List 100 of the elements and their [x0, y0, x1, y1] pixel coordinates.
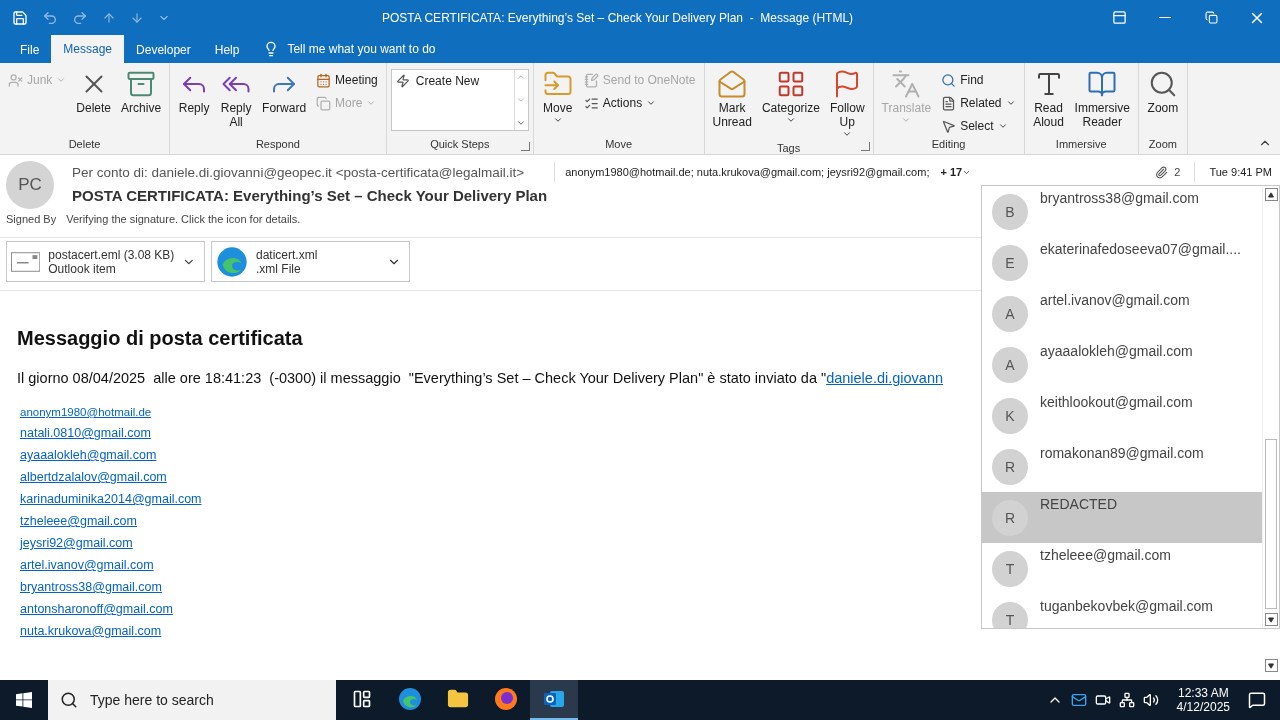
ribbon-button[interactable]: Forward	[258, 67, 311, 117]
ribbon-button[interactable]: Zoom	[1142, 67, 1183, 117]
document-icon	[941, 95, 957, 111]
recipient-item[interactable]: R REDACTED	[982, 492, 1262, 543]
recipient-email: keithlookout@gmail.com	[1040, 394, 1193, 410]
windows-logo-icon	[16, 692, 32, 708]
group-label: Move	[605, 137, 633, 152]
recipient-email: tzheleee@gmail.com	[1040, 547, 1171, 563]
email-link[interactable]: albertdzalalov@gmail.com	[20, 470, 167, 484]
email-link[interactable]: antonsharonoff@gmail.com	[20, 602, 173, 616]
email-link[interactable]: artel.ivanov@gmail.com	[20, 558, 154, 572]
window-title: POSTA CERTIFICATA: Everything’s Set – Check Your Delivery Plan - Message (HTML)	[382, 10, 855, 25]
email-link[interactable]: tzheleee@gmail.com	[20, 514, 137, 528]
recipient-email: REDACTED	[1040, 496, 1117, 512]
up-triangle-icon	[1268, 191, 1274, 198]
recipient-email: tuganbekovbek@gmail.com	[1040, 598, 1213, 614]
search-input[interactable]: Type here to search	[88, 691, 328, 709]
network-icon[interactable]	[1118, 692, 1135, 708]
attachment-chip[interactable]: daticert.xml .xml File	[211, 241, 410, 282]
message-heading: Messaggio di posta certificata	[17, 327, 303, 350]
minimize-icon	[1159, 17, 1171, 18]
more-recipients-button[interactable]: + 17	[937, 166, 975, 178]
sender-link[interactable]: daniele.di.giovann	[826, 370, 944, 386]
expand-icon[interactable]	[516, 118, 527, 128]
attachment-chip[interactable]: postacert.eml (3.08 KB) Outlook item	[6, 241, 205, 282]
group-label: Zoom	[1148, 137, 1177, 152]
email-link[interactable]: ayaaalokleh@gmail.com	[20, 448, 157, 462]
browser-icon	[398, 687, 422, 711]
calendar-icon	[316, 72, 332, 88]
junk-icon	[8, 72, 23, 88]
ribbon-button[interactable]: Find	[937, 69, 1020, 91]
search-icon	[60, 691, 78, 709]
task-view-icon	[352, 689, 372, 709]
email-link[interactable]: anonym1980@hotmail.de	[20, 406, 152, 418]
ribbon-tab[interactable]: Developer	[124, 37, 203, 63]
mail-tray-icon[interactable]	[1070, 692, 1087, 708]
attachment-count: 2	[1174, 166, 1181, 178]
attachment-type: .xml File	[256, 261, 302, 276]
scroll-down-button[interactable]	[1264, 613, 1278, 626]
scroll-down-button[interactable]	[1264, 659, 1278, 672]
ribbon-button[interactable]: Meeting	[312, 69, 382, 91]
ribbon-button[interactable]: Read Aloud	[1028, 67, 1069, 131]
checklist-icon	[583, 95, 599, 111]
quick-step-item[interactable]: Create New	[391, 70, 514, 130]
recipient-avatar: E	[992, 245, 1028, 281]
sender-line: Per conto di: daniele.di.giovanni@geopec.it <posta-certificata@legalmail.it>	[72, 164, 525, 180]
email-link[interactable]: natali.0810@gmail.com	[20, 426, 151, 440]
recipient-avatar: A	[992, 296, 1028, 332]
group-label: Respond	[255, 137, 300, 152]
copy-icon	[316, 95, 332, 111]
cursor-icon	[941, 118, 957, 134]
scroll-thumb[interactable]	[1265, 439, 1277, 609]
recipient-avatar: K	[992, 398, 1028, 434]
email-link[interactable]: bryantross38@gmail.com	[20, 580, 162, 594]
tell-me-field[interactable]: Tell me what you want to do	[287, 42, 436, 56]
fox-browser-icon	[494, 687, 518, 711]
email-link[interactable]: karinaduminika2014@gmail.com	[20, 492, 202, 506]
ribbon-button[interactable]: Categorize	[757, 67, 824, 127]
camera-icon[interactable]	[1094, 692, 1111, 708]
down-triangle-icon	[1268, 662, 1274, 669]
recipient-avatar: R	[992, 500, 1028, 536]
save-icon[interactable]	[12, 9, 28, 26]
recipient-avatar: R	[992, 449, 1028, 485]
ribbon-button[interactable]: Reply	[174, 67, 215, 117]
ribbon-button[interactable]: Actions	[579, 92, 700, 114]
recipients-line: anonym1980@hotmail.de; nuta.krukova@gmail.com; jeysri92@gmail.com;	[565, 166, 930, 178]
ribbon-button[interactable]: Archive	[117, 67, 166, 117]
ribbon-button[interactable]: Related	[937, 92, 1020, 114]
taskbar-search-box[interactable]: Type here to search	[48, 680, 336, 720]
ribbon-tab[interactable]: Help	[202, 37, 252, 63]
notifications-icon[interactable]	[1248, 691, 1266, 709]
dialog-launcher-icon[interactable]	[520, 142, 530, 151]
dialog-launcher-icon[interactable]	[860, 142, 870, 151]
ribbon-button[interactable]: Delete	[72, 67, 116, 117]
restore-icon	[1204, 11, 1218, 24]
recipient-email: romakonan89@gmail.com	[1040, 445, 1204, 461]
ribbon-button[interactable]: Follow Up	[825, 67, 869, 141]
envelope-icon	[717, 69, 748, 99]
recipient-email: ekaterinafedoseeva07@gmail....	[1040, 241, 1241, 257]
message-subject: POSTA CERTIFICATA: Everything’s Set – Check Your Delivery Plan	[72, 187, 548, 204]
scroll-up-button[interactable]	[1264, 188, 1278, 201]
recipient-avatar: T	[992, 602, 1028, 628]
signed-by-label: Signed By	[6, 213, 57, 227]
recipient-email: bryantross38@gmail.com	[1040, 190, 1199, 206]
ribbon-button[interactable]: Mark Unread	[708, 67, 756, 131]
email-link[interactable]: jeysri92@gmail.com	[20, 536, 133, 550]
attachment-name: postacert.eml (3.08 KB)	[48, 247, 175, 262]
ribbon-button[interactable]: Immersive Reader	[1070, 67, 1134, 131]
ribbon-tab[interactable]: Message	[51, 35, 125, 63]
ribbon-button[interactable]: Select	[937, 115, 1020, 137]
ribbon-button[interactable]: Reply All	[216, 67, 257, 131]
recipient-avatar: B	[992, 194, 1028, 230]
volume-icon[interactable]	[1142, 692, 1159, 708]
group-label: Tags	[776, 141, 801, 156]
attachment-name: daticert.xml	[256, 247, 319, 262]
ribbon-button[interactable]: Move	[537, 67, 578, 127]
ribbon-tab[interactable]: File	[8, 37, 52, 63]
book-icon	[1087, 69, 1118, 99]
email-link[interactable]: nuta.krukova@gmail.com	[20, 624, 162, 638]
recipient-avatar: T	[992, 551, 1028, 587]
